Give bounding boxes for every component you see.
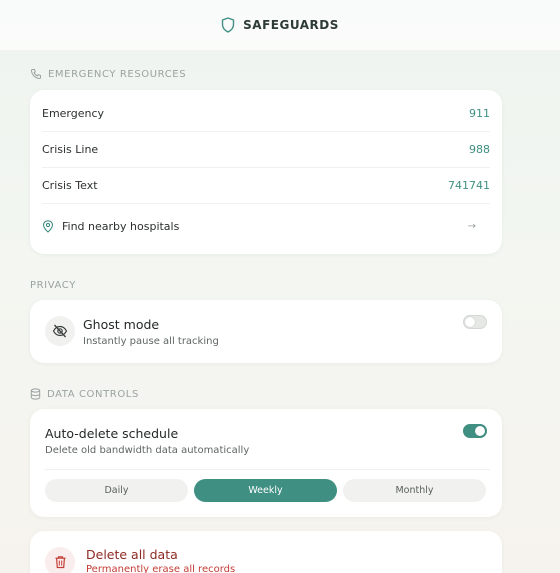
page-title: SAFEGUARDS xyxy=(243,18,339,32)
trash-icon xyxy=(45,547,75,573)
resource-row-crisis-line[interactable]: Crisis Line 988 xyxy=(42,132,490,168)
find-hospitals-label: Find nearby hospitals xyxy=(62,219,180,233)
find-hospitals-link[interactable]: Find nearby hospitals → xyxy=(42,208,490,244)
delete-all-title: Delete all data xyxy=(86,547,178,562)
ghost-mode-subtitle: Instantly pause all tracking xyxy=(83,336,219,347)
eye-off-icon xyxy=(45,316,75,346)
section-label-privacy: PRIVACY xyxy=(30,280,76,291)
ghost-mode-toggle[interactable] xyxy=(463,315,487,329)
emergency-resources-card: Emergency 911 Crisis Line 988 Crisis Tex… xyxy=(30,90,502,254)
section-label-data-controls: DATA CONTROLS xyxy=(30,388,139,400)
arrow-right-icon: → xyxy=(467,220,476,232)
section-label-text: EMERGENCY RESOURCES xyxy=(48,68,187,80)
schedule-option-daily[interactable]: Daily xyxy=(45,479,188,502)
resource-name: Emergency xyxy=(42,107,105,120)
schedule-option-monthly[interactable]: Monthly xyxy=(343,479,486,502)
database-icon xyxy=(30,388,41,400)
auto-delete-toggle[interactable] xyxy=(463,424,487,438)
resource-name: Crisis Line xyxy=(42,143,99,156)
delete-all-card[interactable]: Delete all data Permanently erase all re… xyxy=(30,531,502,573)
section-label-emergency: EMERGENCY RESOURCES xyxy=(30,68,186,80)
toggle-knob xyxy=(465,317,475,327)
delete-all-subtitle: Permanently erase all records xyxy=(86,564,236,573)
section-label-text: PRIVACY xyxy=(30,280,76,291)
page-header: SAFEGUARDS xyxy=(0,0,560,50)
ghost-mode-title: Ghost mode xyxy=(83,317,160,332)
shield-icon xyxy=(221,17,235,33)
resource-number[interactable]: 911 xyxy=(469,107,490,120)
schedule-option-weekly[interactable]: Weekly xyxy=(194,479,337,502)
resource-number[interactable]: 741741 xyxy=(448,179,490,192)
section-label-text: DATA CONTROLS xyxy=(47,388,139,400)
auto-delete-card: Auto-delete schedule Delete old bandwidt… xyxy=(30,409,502,517)
ghost-mode-card: Ghost mode Instantly pause all tracking xyxy=(30,300,502,363)
resource-row-crisis-text[interactable]: Crisis Text 741741 xyxy=(42,168,490,204)
auto-delete-title: Auto-delete schedule xyxy=(45,426,179,441)
resource-row-emergency[interactable]: Emergency 911 xyxy=(42,96,490,132)
auto-delete-subtitle: Delete old bandwidth data automatically xyxy=(45,445,250,456)
toggle-knob xyxy=(475,426,485,436)
resource-number[interactable]: 988 xyxy=(469,143,490,156)
divider xyxy=(45,469,490,470)
map-pin-icon xyxy=(42,219,54,233)
phone-icon xyxy=(30,68,42,80)
resource-name: Crisis Text xyxy=(42,179,98,192)
